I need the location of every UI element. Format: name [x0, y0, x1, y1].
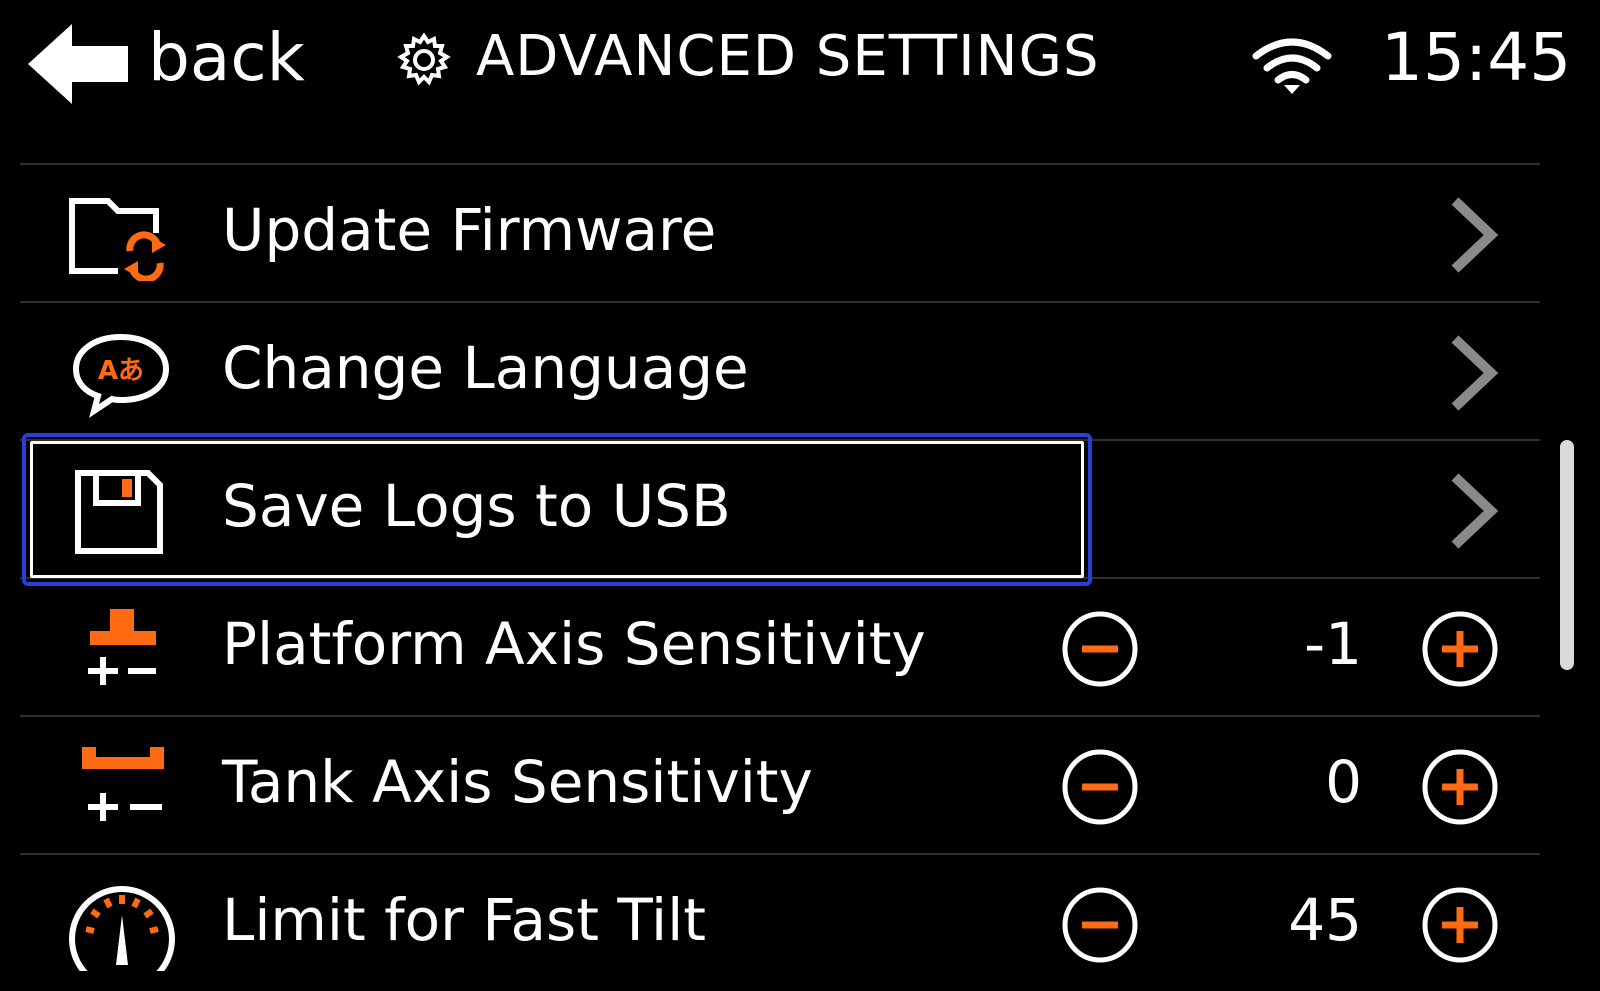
- list-item-label: Limit for Fast Tilt: [222, 886, 706, 954]
- back-button[interactable]: back: [28, 18, 318, 104]
- list-item-label: Tank Axis Sensitivity: [222, 748, 813, 816]
- list-item-label: Update Firmware: [222, 196, 717, 264]
- clock: 15:45: [1381, 19, 1572, 96]
- chevron-right-icon: [1451, 473, 1499, 549]
- list-item-platform-axis-sensitivity: Platform Axis Sensitivity -1: [20, 577, 1540, 715]
- list-item-label: Platform Axis Sensitivity: [222, 610, 926, 678]
- header-bar: back ADVANCED SETTINGS 15:45: [0, 0, 1600, 120]
- tank-axis-icon: [82, 747, 164, 821]
- back-arrow-icon: [28, 24, 128, 104]
- chevron-right-icon: [1451, 335, 1499, 411]
- increase-button[interactable]: [1420, 747, 1500, 827]
- wifi-icon: [1252, 38, 1332, 94]
- stepper-value: 45: [1288, 886, 1362, 954]
- svg-text:Aあ: Aあ: [98, 356, 144, 386]
- gauge-icon: [69, 886, 175, 971]
- language-bubble-icon: Aあ: [72, 333, 170, 418]
- increase-button[interactable]: [1420, 609, 1500, 689]
- page-title-text: ADVANCED SETTINGS: [476, 24, 1100, 89]
- list-item-limit-fast-tilt: Limit for Fast Tilt 45: [20, 853, 1540, 991]
- platform-axis-icon: [88, 609, 156, 685]
- decrease-button[interactable]: [1060, 885, 1140, 965]
- gear-icon: [397, 32, 451, 86]
- back-label: back: [148, 19, 305, 96]
- list-item-tank-axis-sensitivity: Tank Axis Sensitivity 0: [20, 715, 1540, 853]
- folder-sync-icon: [69, 198, 170, 281]
- chevron-right-icon: [1451, 197, 1499, 273]
- stepper-value: -1: [1304, 610, 1362, 678]
- list-item-change-language[interactable]: Aあ Change Language: [20, 301, 1540, 439]
- scrollbar-thumb[interactable]: [1560, 440, 1574, 670]
- focus-highlight: [22, 433, 1092, 586]
- increase-button[interactable]: [1420, 885, 1500, 965]
- stepper-value: 0: [1325, 748, 1362, 816]
- decrease-button[interactable]: [1060, 747, 1140, 827]
- list-item-label: Change Language: [222, 334, 749, 402]
- list-item-update-firmware[interactable]: Update Firmware: [20, 163, 1540, 301]
- decrease-button[interactable]: [1060, 609, 1140, 689]
